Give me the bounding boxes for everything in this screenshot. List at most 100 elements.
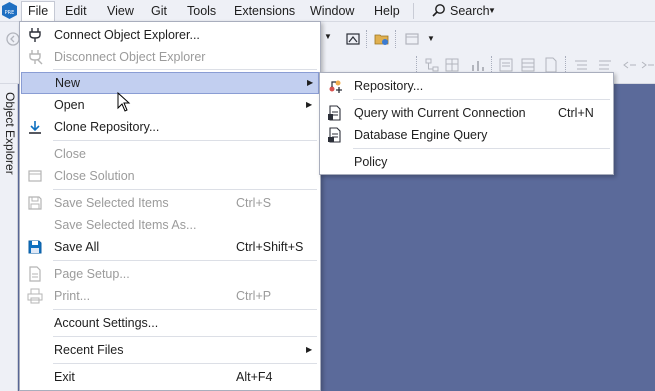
menu-item-label: Save Selected Items As...	[54, 218, 197, 232]
page-setup-icon	[29, 266, 41, 282]
menu-item-label: Account Settings...	[54, 316, 159, 330]
results-grid-icon[interactable]	[520, 57, 536, 73]
new-repository-icon	[329, 80, 342, 93]
grid-icon[interactable]	[444, 57, 460, 73]
database-query-icon	[328, 127, 341, 143]
menubar-divider	[413, 3, 414, 19]
app-badge-text: PRE	[5, 10, 15, 16]
menu-item-database-engine-query[interactable]: Database Engine Query	[321, 124, 612, 146]
increase-indent-icon[interactable]	[640, 57, 655, 73]
menu-item-label: Open	[54, 98, 85, 112]
menu-separator	[53, 309, 317, 310]
menu-view[interactable]: View	[101, 2, 140, 20]
save-all-icon	[28, 240, 42, 254]
menu-edit[interactable]: Edit	[59, 2, 93, 20]
menu-item-label: Page Setup...	[54, 267, 130, 281]
menu-item-label: Close Solution	[54, 169, 135, 183]
menu-separator	[53, 336, 317, 337]
menu-item-label: Query with Current Connection	[354, 106, 526, 120]
menu-item-close[interactable]: Close	[21, 143, 319, 165]
menu-bar: PRE File Edit View Git Tools Extensions …	[0, 0, 655, 22]
menu-item-print[interactable]: Print... Ctrl+P	[21, 285, 319, 307]
menu-item-policy[interactable]: Policy	[321, 151, 612, 173]
menu-item-label: Database Engine Query	[354, 128, 488, 142]
app-icon[interactable]: PRE	[1, 1, 18, 20]
results-text-icon[interactable]	[498, 57, 514, 73]
menu-item-exit[interactable]: Exit Alt+F4	[21, 366, 319, 388]
menu-item-clone-repository[interactable]: Clone Repository...	[21, 116, 319, 138]
menu-item-shortcut: Ctrl+S	[236, 196, 272, 210]
toolbar-overflow-icon[interactable]: ▼	[427, 34, 435, 43]
menu-item-label: Save Selected Items	[54, 196, 169, 210]
plug-connect-icon	[29, 28, 41, 42]
menu-separator	[353, 148, 610, 149]
menu-item-label: New	[55, 76, 81, 90]
mouse-cursor-icon	[117, 92, 131, 112]
menu-item-label: Policy	[354, 155, 388, 169]
menu-item-new[interactable]: New ▶	[21, 72, 319, 94]
window-layout-icon[interactable]	[404, 31, 420, 47]
menu-item-label: Disconnect Object Explorer	[54, 50, 206, 64]
menu-help[interactable]: Help	[368, 2, 406, 20]
menu-file[interactable]: File	[21, 1, 56, 22]
menu-item-label: Close	[54, 147, 86, 161]
menu-window[interactable]: Window	[304, 2, 360, 20]
dropdown-caret-icon[interactable]: ▼	[324, 32, 332, 41]
plug-disconnect-icon	[29, 50, 43, 65]
menu-separator	[53, 69, 317, 70]
menu-tools[interactable]: Tools	[181, 2, 222, 20]
menu-separator	[53, 260, 317, 261]
menu-item-recent-files[interactable]: Recent Files ▶	[21, 339, 319, 361]
file-menu: Connect Object Explorer... Disconnect Ob…	[19, 21, 321, 391]
download-icon	[29, 121, 41, 134]
menu-item-label: Connect Object Explorer...	[54, 28, 200, 42]
close-solution-icon	[28, 170, 42, 182]
decrease-indent-icon[interactable]	[622, 57, 638, 73]
menu-item-label: Print...	[54, 289, 91, 303]
search-label: Search	[450, 4, 490, 18]
menu-item-disconnect-object-explorer[interactable]: Disconnect Object Explorer	[21, 46, 319, 68]
menu-separator	[53, 363, 317, 364]
submenu-arrow-icon: ▶	[307, 78, 314, 87]
menu-item-connect-object-explorer[interactable]: Connect Object Explorer...	[21, 24, 319, 46]
object-explorer-tab-label: Object Explorer	[3, 92, 17, 175]
open-folder-icon[interactable]	[374, 31, 390, 47]
toolbar-grip[interactable]	[366, 30, 369, 48]
object-explorer-tab[interactable]: Object Explorer	[0, 84, 18, 391]
menu-item-shortcut: Ctrl+Shift+S	[236, 240, 304, 254]
menu-item-shortcut: Ctrl+N	[558, 106, 594, 120]
menu-item-query-with-current-connection[interactable]: Query with Current Connection Ctrl+N	[321, 102, 612, 124]
menu-separator	[53, 140, 317, 141]
query-icon	[328, 105, 341, 121]
menu-item-open[interactable]: Open ▶	[21, 94, 319, 116]
menu-item-save-selected-items-as[interactable]: Save Selected Items As...	[21, 214, 319, 236]
submenu-arrow-icon: ▶	[306, 100, 313, 109]
comment-lines-icon[interactable]	[573, 57, 589, 73]
menu-item-save-all[interactable]: Save All Ctrl+Shift+S	[21, 236, 319, 258]
menu-separator	[53, 189, 317, 190]
menu-item-shortcut: Alt+F4	[236, 370, 273, 384]
tree-icon[interactable]	[424, 57, 440, 73]
search-icon	[432, 4, 445, 17]
menu-item-page-setup[interactable]: Page Setup...	[21, 263, 319, 285]
menu-item-label: Clone Repository...	[54, 120, 160, 134]
menu-item-label: Repository...	[354, 79, 424, 93]
menu-item-account-settings[interactable]: Account Settings...	[21, 312, 319, 334]
menu-git[interactable]: Git	[145, 2, 173, 20]
menu-item-close-solution[interactable]: Close Solution	[21, 165, 319, 187]
uncomment-lines-icon[interactable]	[597, 57, 613, 73]
screenshot-icon[interactable]	[345, 31, 361, 47]
menu-item-label: Recent Files	[54, 343, 124, 357]
save-icon	[28, 196, 42, 210]
results-file-icon[interactable]	[543, 57, 559, 73]
submenu-arrow-icon: ▶	[306, 345, 313, 354]
menu-item-save-selected-items[interactable]: Save Selected Items Ctrl+S	[21, 192, 319, 214]
chart-icon[interactable]	[470, 57, 486, 73]
menu-separator	[353, 99, 610, 100]
menu-extensions[interactable]: Extensions	[228, 2, 301, 20]
menu-item-label: Save All	[54, 240, 100, 254]
menu-item-label: Exit	[54, 370, 75, 384]
menu-item-shortcut: Ctrl+P	[236, 289, 272, 303]
toolbar-grip[interactable]	[395, 30, 398, 48]
menu-item-new-repository[interactable]: Repository...	[321, 75, 612, 97]
